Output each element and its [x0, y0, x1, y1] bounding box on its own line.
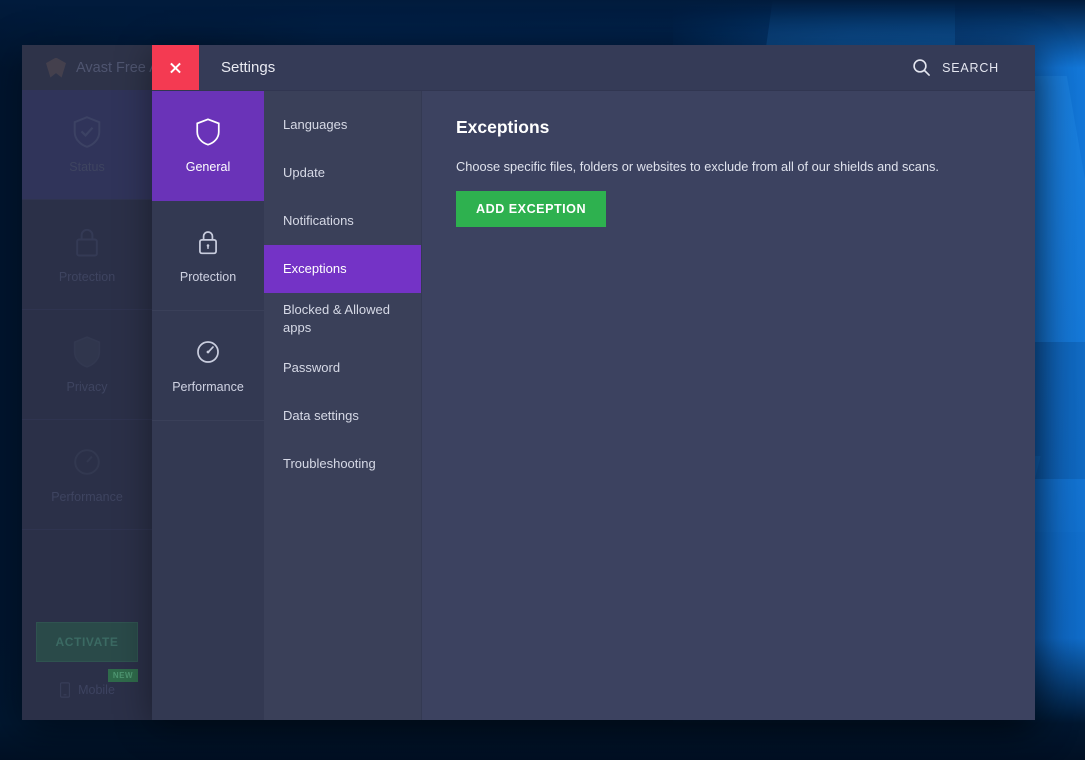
category-general[interactable]: General [152, 91, 264, 201]
submenu-label: Password [283, 359, 340, 377]
submenu-item-update[interactable]: Update [264, 149, 421, 197]
search-icon [912, 58, 931, 77]
desktop-wallpaper: Avast Free A Status [0, 0, 1085, 760]
gauge-icon [195, 338, 221, 366]
search-button[interactable]: SEARCH [912, 45, 1035, 90]
sidebar-item-privacy[interactable]: Privacy [22, 310, 152, 420]
close-icon [169, 61, 182, 74]
category-label: Protection [180, 270, 236, 284]
content-pane: Exceptions Choose specific files, folder… [422, 91, 1035, 720]
avast-logo-icon [46, 58, 66, 78]
category-rail: General Protection [152, 91, 264, 720]
page-title: Settings [199, 45, 275, 90]
phone-icon [59, 682, 71, 698]
category-protection[interactable]: Protection [152, 201, 264, 311]
submenu-item-blocked-allowed-apps[interactable]: Blocked & Allowed apps [264, 293, 421, 344]
sidebar-item-label: Protection [59, 270, 115, 284]
settings-submenu: Languages Update Notifications Exception… [264, 91, 422, 720]
sidebar-item-performance[interactable]: Performance [22, 420, 152, 530]
sidebar-item-label: Mobile [78, 683, 115, 697]
search-label: SEARCH [942, 61, 999, 75]
activate-button[interactable]: ACTIVATE [36, 622, 138, 662]
submenu-item-notifications[interactable]: Notifications [264, 197, 421, 245]
submenu-item-exceptions[interactable]: Exceptions [264, 245, 421, 293]
content-description: Choose specific files, folders or websit… [456, 159, 1001, 174]
activate-button-wrap: ACTIVATE [22, 622, 152, 672]
submenu-label: Languages [283, 116, 347, 134]
settings-body: General Protection [152, 91, 1035, 720]
category-label: Performance [172, 380, 244, 394]
sidebar-item-protection[interactable]: Protection [22, 200, 152, 310]
submenu-label: Blocked & Allowed apps [283, 301, 405, 336]
category-label: General [186, 160, 230, 174]
add-exception-button[interactable]: ADD EXCEPTION [456, 191, 606, 227]
submenu-label: Data settings [283, 407, 359, 425]
shield-icon [195, 118, 221, 146]
content-heading: Exceptions [456, 117, 1001, 138]
settings-window: Settings SEARCH [152, 45, 1035, 720]
submenu-item-troubleshooting[interactable]: Troubleshooting [264, 440, 421, 488]
avast-main-title: Avast Free A [76, 60, 159, 76]
sidebar-item-mobile[interactable]: NEW Mobile [22, 672, 152, 720]
submenu-label: Notifications [283, 212, 354, 230]
sidebar-item-label: Status [69, 160, 104, 174]
submenu-item-password[interactable]: Password [264, 344, 421, 392]
new-badge: NEW [108, 669, 138, 682]
submenu-label: Exceptions [283, 260, 347, 278]
avast-main-sidebar: Status Protection Privacy [22, 90, 152, 720]
settings-header: Settings SEARCH [152, 45, 1035, 91]
lock-icon [195, 228, 221, 256]
shield-icon [72, 336, 102, 368]
submenu-label: Update [283, 164, 325, 182]
sidebar-item-label: Performance [51, 490, 123, 504]
category-performance[interactable]: Performance [152, 311, 264, 421]
sidebar-item-label: Privacy [67, 380, 108, 394]
sidebar-item-status[interactable]: Status [22, 90, 152, 200]
lock-icon [72, 226, 102, 258]
shield-check-icon [72, 116, 102, 148]
close-button[interactable] [152, 45, 199, 90]
submenu-item-data-settings[interactable]: Data settings [264, 392, 421, 440]
gauge-icon [72, 446, 102, 478]
submenu-label: Troubleshooting [283, 455, 376, 473]
submenu-item-languages[interactable]: Languages [264, 101, 421, 149]
